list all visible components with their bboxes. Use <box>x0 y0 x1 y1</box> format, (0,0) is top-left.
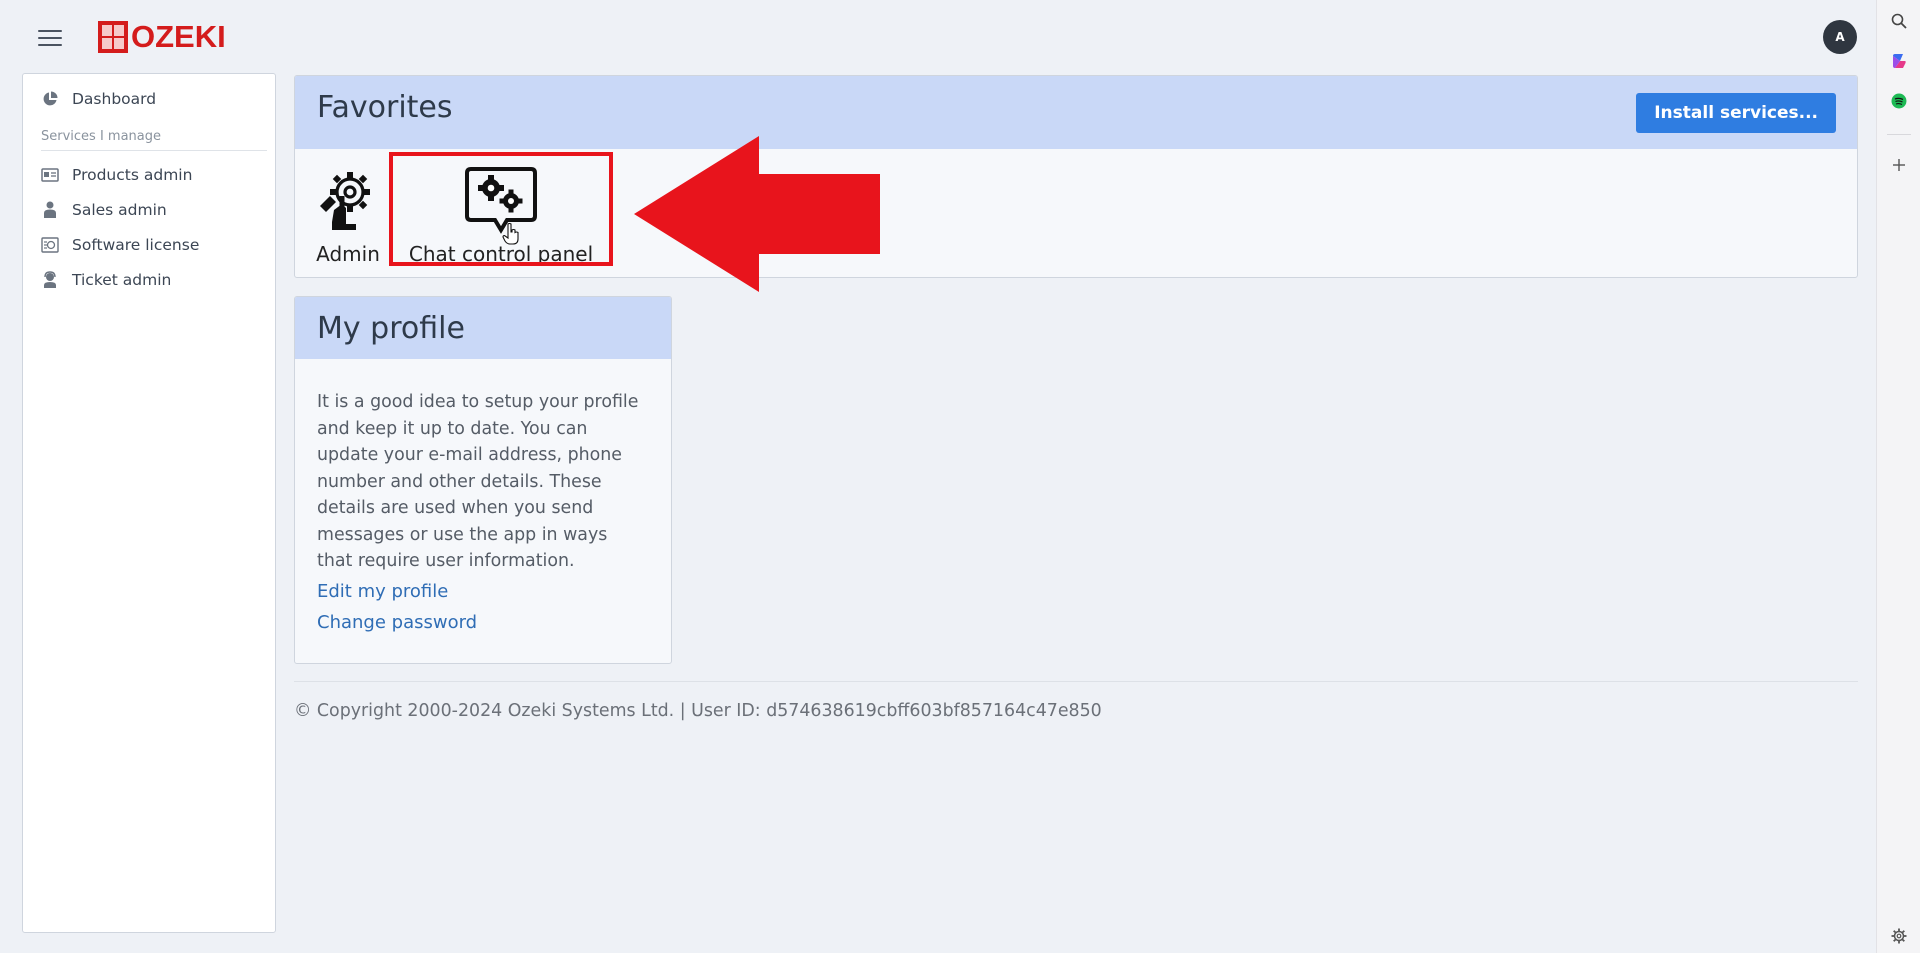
change-password-link[interactable]: Change password <box>317 612 477 633</box>
logo-mark-icon <box>98 21 128 53</box>
logo-text: OZEKI <box>131 19 226 54</box>
profile-description: It is a good idea to setup your profile … <box>317 392 639 571</box>
favorites-title: Favorites <box>317 90 453 125</box>
hand-cursor-icon <box>502 223 519 245</box>
pie-chart-icon <box>41 90 59 108</box>
footer-copyright: © Copyright 2000-2024 Ozeki Systems Ltd.… <box>294 701 1102 721</box>
highlight-box <box>389 152 613 266</box>
profile-card-header: My profile <box>295 297 671 359</box>
sidebar-divider <box>41 150 267 151</box>
spotify-icon[interactable] <box>1888 90 1910 112</box>
add-icon[interactable] <box>1888 154 1910 176</box>
profile-title: My profile <box>317 311 465 346</box>
settings-gear-icon[interactable] <box>1888 925 1910 947</box>
support-agent-icon <box>41 271 59 289</box>
browser-side-panel <box>1876 0 1920 953</box>
footer-divider <box>294 681 1858 682</box>
side-panel-divider <box>1887 134 1911 135</box>
sidebar-item-label: Products admin <box>72 165 193 184</box>
sidebar-item-label: Software license <box>72 235 200 254</box>
sidebar-section-heading: Services I manage <box>41 129 162 144</box>
top-bar: OZEKI A <box>0 0 1876 72</box>
install-services-button[interactable]: Install services... <box>1636 93 1836 133</box>
products-icon <box>41 166 59 184</box>
my-profile-card: My profile It is a good idea to setup yo… <box>294 296 672 664</box>
person-icon <box>41 201 59 219</box>
search-icon[interactable] <box>1888 10 1910 32</box>
sidebar-item-ticket-admin[interactable]: Ticket admin <box>23 262 275 297</box>
favorites-card-header: Favorites Install services... <box>295 76 1857 149</box>
app-window: OZEKI A Dashboard Services I manage Prod… <box>0 0 1876 953</box>
license-icon <box>41 236 59 254</box>
sidebar-item-software-license[interactable]: Software license <box>23 227 275 262</box>
avatar-initial: A <box>1835 30 1845 44</box>
red-arrow-annotation <box>634 136 880 292</box>
sidebar-item-sales-admin[interactable]: Sales admin <box>23 192 275 227</box>
sidebar-item-products-admin[interactable]: Products admin <box>23 157 275 192</box>
favorite-admin[interactable]: Admin <box>312 166 384 266</box>
sidebar: Dashboard Services I manage Products adm… <box>22 73 276 933</box>
sidebar-item-label: Ticket admin <box>72 270 172 289</box>
ozeki-logo[interactable]: OZEKI <box>98 19 226 54</box>
sidebar-item-label: Dashboard <box>72 89 157 108</box>
admin-gear-hand-icon <box>312 166 384 240</box>
user-avatar[interactable]: A <box>1823 20 1857 54</box>
edit-profile-link[interactable]: Edit my profile <box>317 581 448 602</box>
favorite-label: Admin <box>316 242 380 266</box>
sidebar-item-label: Sales admin <box>72 200 167 219</box>
sidebar-item-dashboard[interactable]: Dashboard <box>23 81 275 116</box>
menu-toggle-icon[interactable] <box>38 30 62 48</box>
copilot-icon[interactable] <box>1888 50 1910 72</box>
